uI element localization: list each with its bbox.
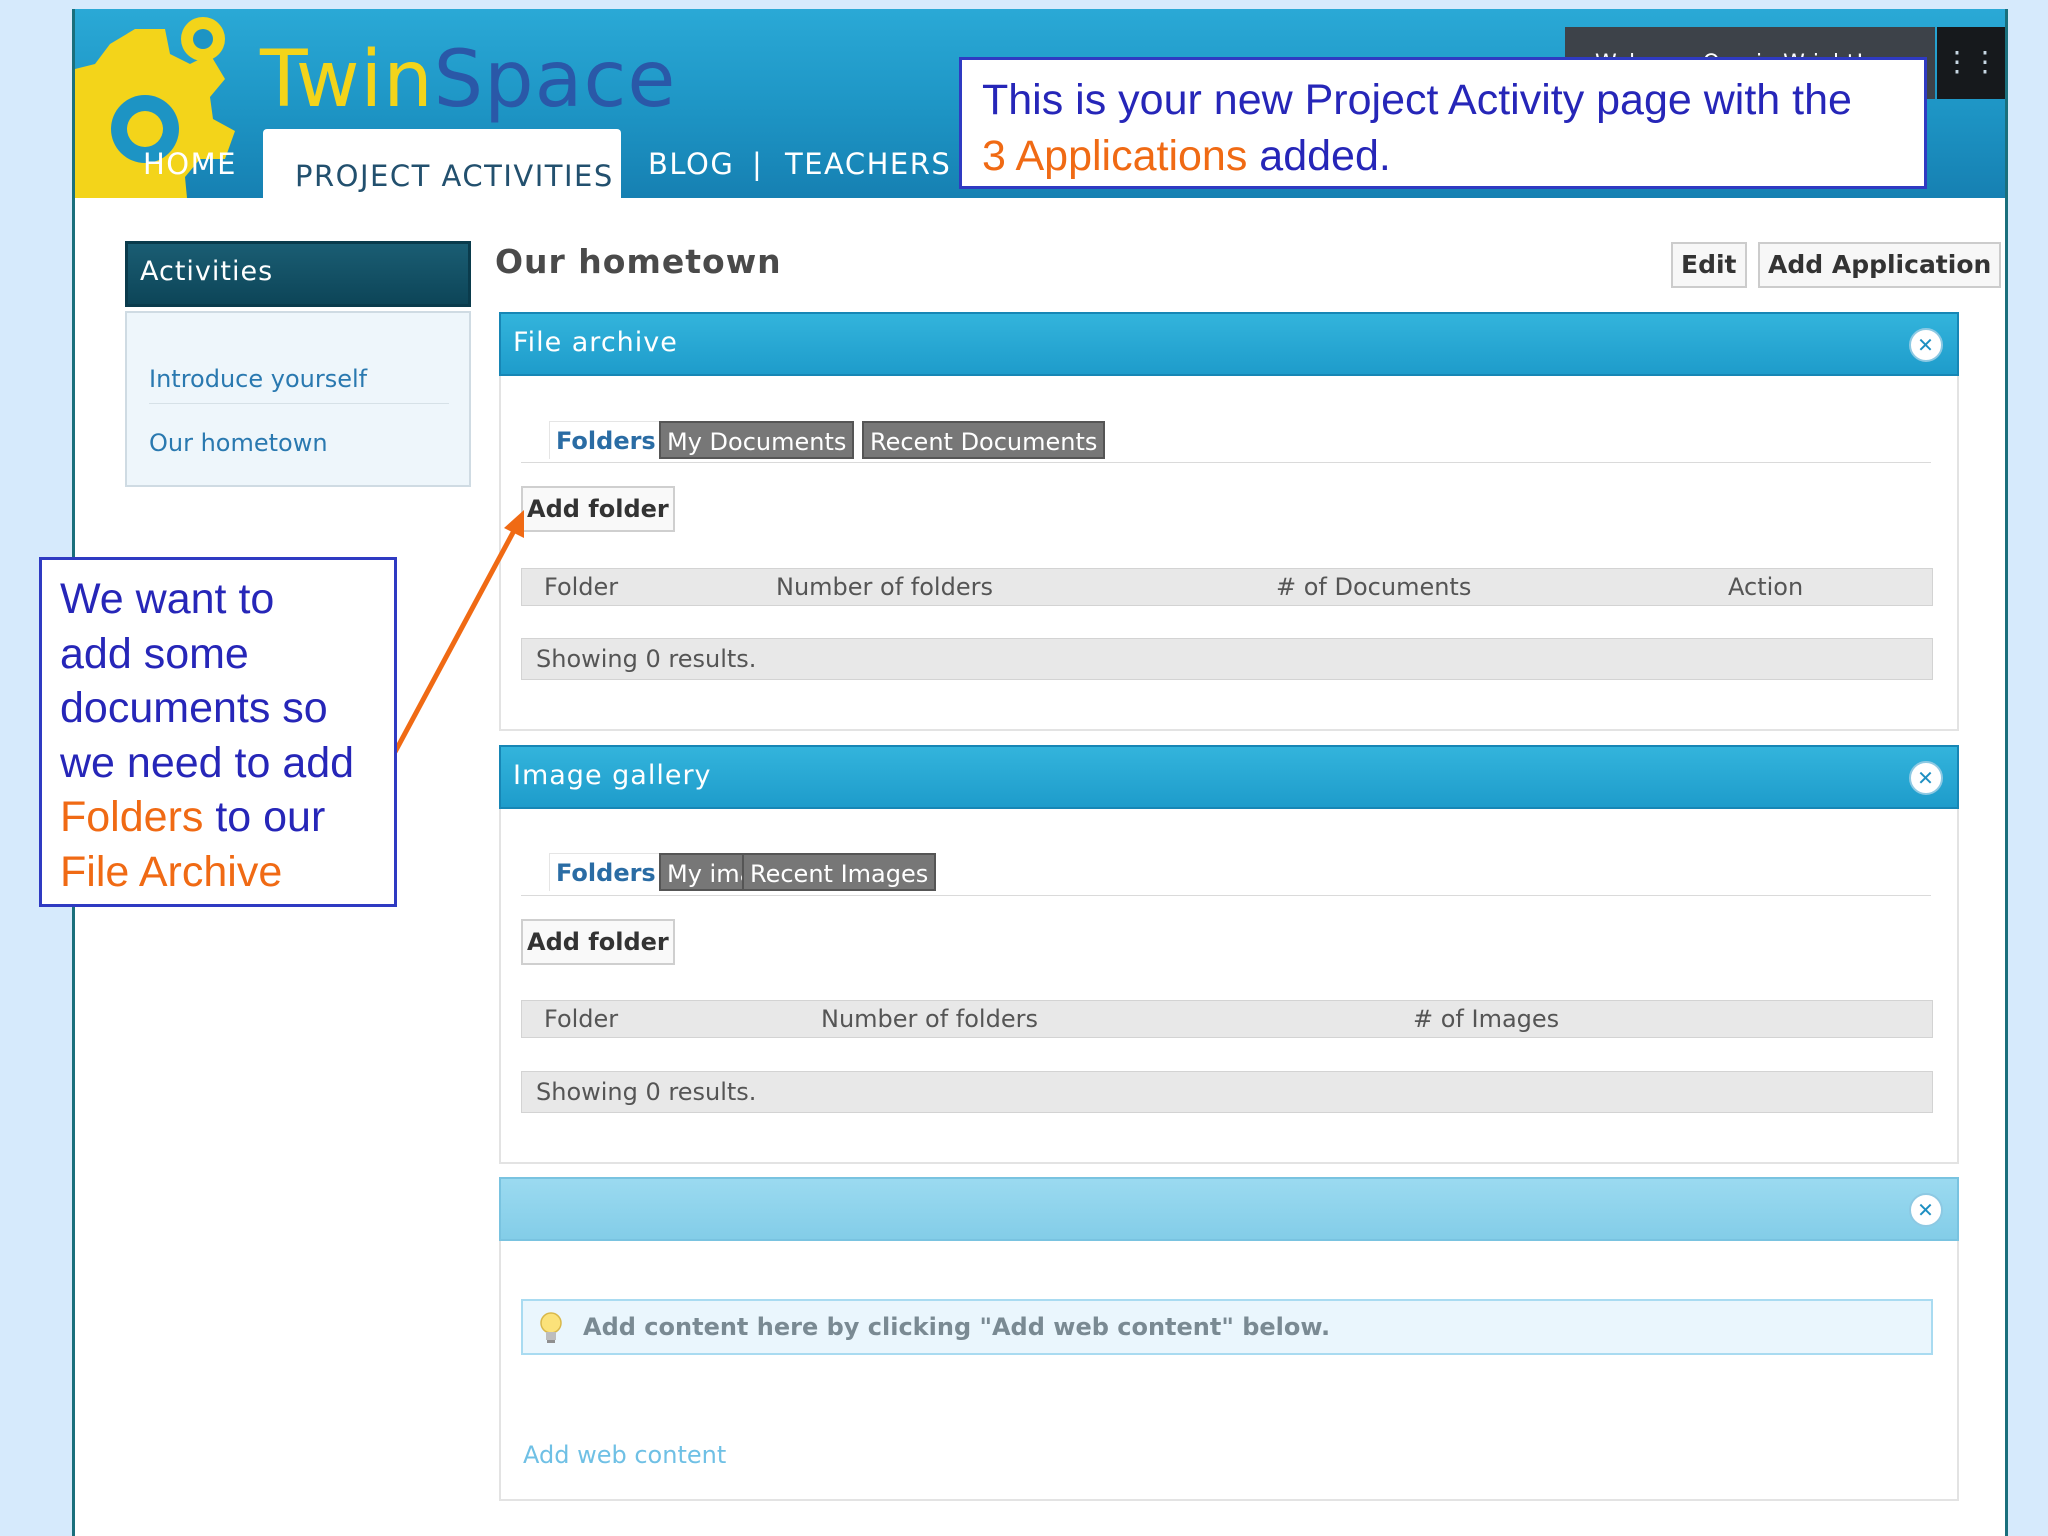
info-message: Add content here by clicking "Add web co… <box>521 1299 1933 1355</box>
tab-recent-images[interactable]: Recent Images <box>742 853 937 891</box>
tab-recent-documents[interactable]: Recent Documents <box>862 421 1106 459</box>
callout-left-line2: add some <box>60 629 249 678</box>
column-header-action: Action <box>1728 573 1804 601</box>
nav-blog[interactable]: BLOG <box>648 147 734 181</box>
image-gallery-header: Image gallery ✕ <box>499 745 1959 809</box>
results-count: Showing 0 results. <box>521 638 1933 680</box>
web-content-body: Add content here by clicking "Add web co… <box>499 1241 1959 1501</box>
callout-top-highlight: 3 Applications <box>982 132 1248 180</box>
chevron-menu-icon[interactable]: ⋮⋮ <box>1937 27 2005 99</box>
sidebar-title: Activities <box>125 241 471 307</box>
activities-list: Introduce yourself Our hometown <box>125 311 471 487</box>
callout-left-line6: File Archive <box>60 847 283 896</box>
twinspace-logo[interactable]: TwinSpace <box>260 41 676 119</box>
file-archive-title: File archive <box>513 327 678 358</box>
nav-teachers[interactable]: TEACHERS <box>785 147 951 181</box>
column-header-number-of-folders[interactable]: Number of folders <box>821 1005 1038 1033</box>
callout-left-line3: documents so <box>60 684 328 732</box>
nav-project-activities-label[interactable]: PROJECT ACTIVITIES <box>295 159 614 193</box>
image-gallery-body: Folders My images Recent Images Add fold… <box>499 809 1959 1164</box>
image-gallery-title: Image gallery <box>513 760 712 791</box>
column-header-folder[interactable]: Folder <box>544 573 618 601</box>
page-title: Our hometown <box>495 242 782 281</box>
callout-top-line2: 3 Applications added. <box>982 128 1904 184</box>
sidebar-item-our-hometown[interactable]: Our hometown <box>149 429 328 457</box>
callout-top: This is your new Project Activity page w… <box>959 57 1927 189</box>
callout-left-line1: We want to <box>60 575 275 623</box>
table-header: Folder Number of folders # of Documents … <box>521 568 1933 606</box>
divider <box>521 895 1931 896</box>
callout-left-line5-rest: to our <box>203 793 326 841</box>
nav-separator: | <box>752 147 764 181</box>
file-archive-header: File archive ✕ <box>499 312 1959 376</box>
close-icon[interactable]: ✕ <box>1909 328 1943 362</box>
add-web-content-link[interactable]: Add web content <box>523 1441 726 1469</box>
nav-home[interactable]: HOME <box>143 147 237 181</box>
callout-top-rest: added. <box>1247 132 1391 180</box>
callout-left-line4: we need to add <box>60 738 355 787</box>
tab-my-documents[interactable]: My Documents <box>659 421 855 459</box>
callout-left: We want to add some documents so we need… <box>39 557 397 907</box>
file-archive-body: Folders My Documents Recent Documents Ad… <box>499 376 1959 731</box>
web-content-header: ✕ <box>499 1177 1959 1241</box>
column-header-images[interactable]: # of Images <box>1413 1005 1559 1033</box>
tab-folders[interactable]: Folders <box>549 421 663 459</box>
column-header-number-of-folders[interactable]: Number of folders <box>776 573 993 601</box>
lightbulb-icon <box>540 1312 562 1343</box>
callout-left-folders: Folders <box>60 793 204 841</box>
callout-top-line1: This is your new Project Activity page w… <box>982 76 1852 124</box>
column-header-folder[interactable]: Folder <box>544 1005 618 1033</box>
edit-button[interactable]: Edit <box>1671 242 1747 288</box>
callout-left-line5: Folders to our <box>60 790 376 845</box>
sidebar-item-introduce-yourself[interactable]: Introduce yourself <box>149 365 367 393</box>
tab-folders[interactable]: Folders <box>549 853 663 891</box>
close-icon[interactable]: ✕ <box>1909 1193 1943 1227</box>
add-folder-button[interactable]: Add folder <box>521 486 675 532</box>
divider <box>521 462 1931 463</box>
divider <box>149 403 449 404</box>
add-application-button[interactable]: Add Application <box>1758 242 2002 288</box>
add-folder-button[interactable]: Add folder <box>521 919 675 965</box>
column-header-documents[interactable]: # of Documents <box>1276 573 1471 601</box>
info-text: Add content here by clicking "Add web co… <box>583 1313 1331 1341</box>
close-icon[interactable]: ✕ <box>1909 761 1943 795</box>
table-header: Folder Number of folders # of Images <box>521 1000 1933 1038</box>
results-count: Showing 0 results. <box>521 1071 1933 1113</box>
